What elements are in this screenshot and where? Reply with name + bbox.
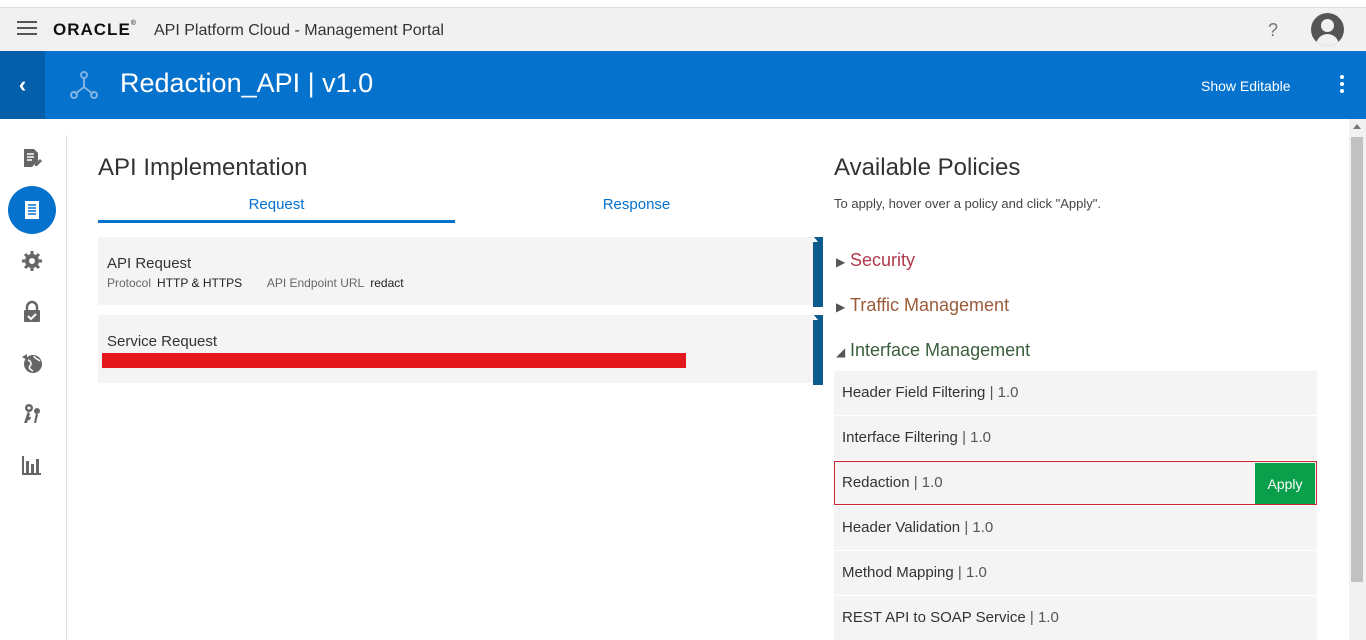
app-title: API Platform Cloud - Management Portal [154, 22, 444, 39]
policy-method-mapping[interactable]: Method Mapping | 1.0 [834, 551, 1317, 595]
more-options-icon[interactable] [1336, 75, 1348, 97]
back-chevron-icon[interactable]: ‹ [0, 51, 45, 119]
policy-interface-filtering[interactable]: Interface Filtering | 1.0 [834, 416, 1317, 460]
api-request-title: API Request [107, 255, 192, 272]
left-nav-rail [0, 135, 67, 640]
scroll-thumb[interactable] [1351, 137, 1363, 582]
caret-right-icon: ▶ [836, 255, 846, 269]
endpoint-value: redact [370, 276, 404, 290]
oracle-logo: ORACLE® [53, 20, 137, 39]
user-avatar-icon[interactable] [1311, 13, 1344, 46]
api-network-icon [70, 71, 98, 99]
show-editable-button[interactable]: Show Editable [1201, 78, 1291, 94]
api-title: Redaction_API | v1.0 [120, 68, 374, 98]
redacted-service-url [102, 353, 686, 368]
request-response-tabs: Request Response [98, 193, 815, 223]
protocol-value: HTTP & HTTPS [157, 276, 243, 290]
analytics-chart-icon[interactable] [8, 441, 56, 489]
policy-rest-to-soap[interactable]: REST API to SOAP Service | 1.0 [834, 596, 1317, 640]
service-request-card[interactable]: Service Request [98, 315, 815, 383]
policies-hint: To apply, hover over a policy and click … [834, 196, 1101, 211]
policy-redaction[interactable]: Redaction | 1.0 Apply [834, 461, 1317, 505]
policy-header-validation[interactable]: Header Validation | 1.0 [834, 506, 1317, 550]
category-security[interactable]: ▶ Security [836, 250, 915, 271]
category-traffic-management[interactable]: ▶ Traffic Management [836, 295, 1009, 316]
tab-request[interactable]: Request [98, 193, 455, 223]
api-request-meta: Protocol HTTP & HTTPS API Endpoint URL red… [107, 276, 426, 290]
api-definition-icon[interactable] [8, 135, 56, 183]
tab-response[interactable]: Response [458, 193, 815, 223]
policy-header-field-filtering[interactable]: Header Field Filtering | 1.0 [834, 371, 1317, 415]
settings-gear-icon[interactable] [8, 237, 56, 285]
policies-title: Available Policies [834, 154, 1021, 181]
api-header: ‹ Redaction_API | v1.0 Show Editable [0, 51, 1366, 119]
scroll-up-icon[interactable] [1353, 124, 1361, 129]
category-interface-management[interactable]: ◢ Interface Management [836, 340, 1030, 361]
globe-deploy-icon[interactable] [8, 339, 56, 387]
apply-button[interactable]: Apply [1255, 463, 1315, 504]
caret-down-icon: ◢ [836, 345, 846, 359]
api-implementation-icon[interactable] [8, 186, 56, 234]
endpoint-label: API Endpoint URL [266, 276, 365, 290]
service-request-connector [813, 314, 823, 385]
service-request-title: Service Request [107, 333, 218, 350]
top-bar: ORACLE® API Platform Cloud - Management … [0, 7, 1366, 51]
page-scrollbar[interactable] [1349, 119, 1366, 640]
implementation-title: API Implementation [98, 154, 308, 181]
keys-icon[interactable] [8, 390, 56, 438]
lock-check-icon[interactable] [8, 288, 56, 336]
caret-right-icon: ▶ [836, 300, 846, 314]
hamburger-menu-icon[interactable] [17, 21, 37, 37]
api-request-card[interactable]: API Request Protocol HTTP & HTTPS API End… [98, 237, 815, 305]
api-request-connector [813, 236, 823, 307]
help-icon[interactable]: ? [1268, 20, 1278, 41]
protocol-label: Protocol [107, 276, 152, 290]
